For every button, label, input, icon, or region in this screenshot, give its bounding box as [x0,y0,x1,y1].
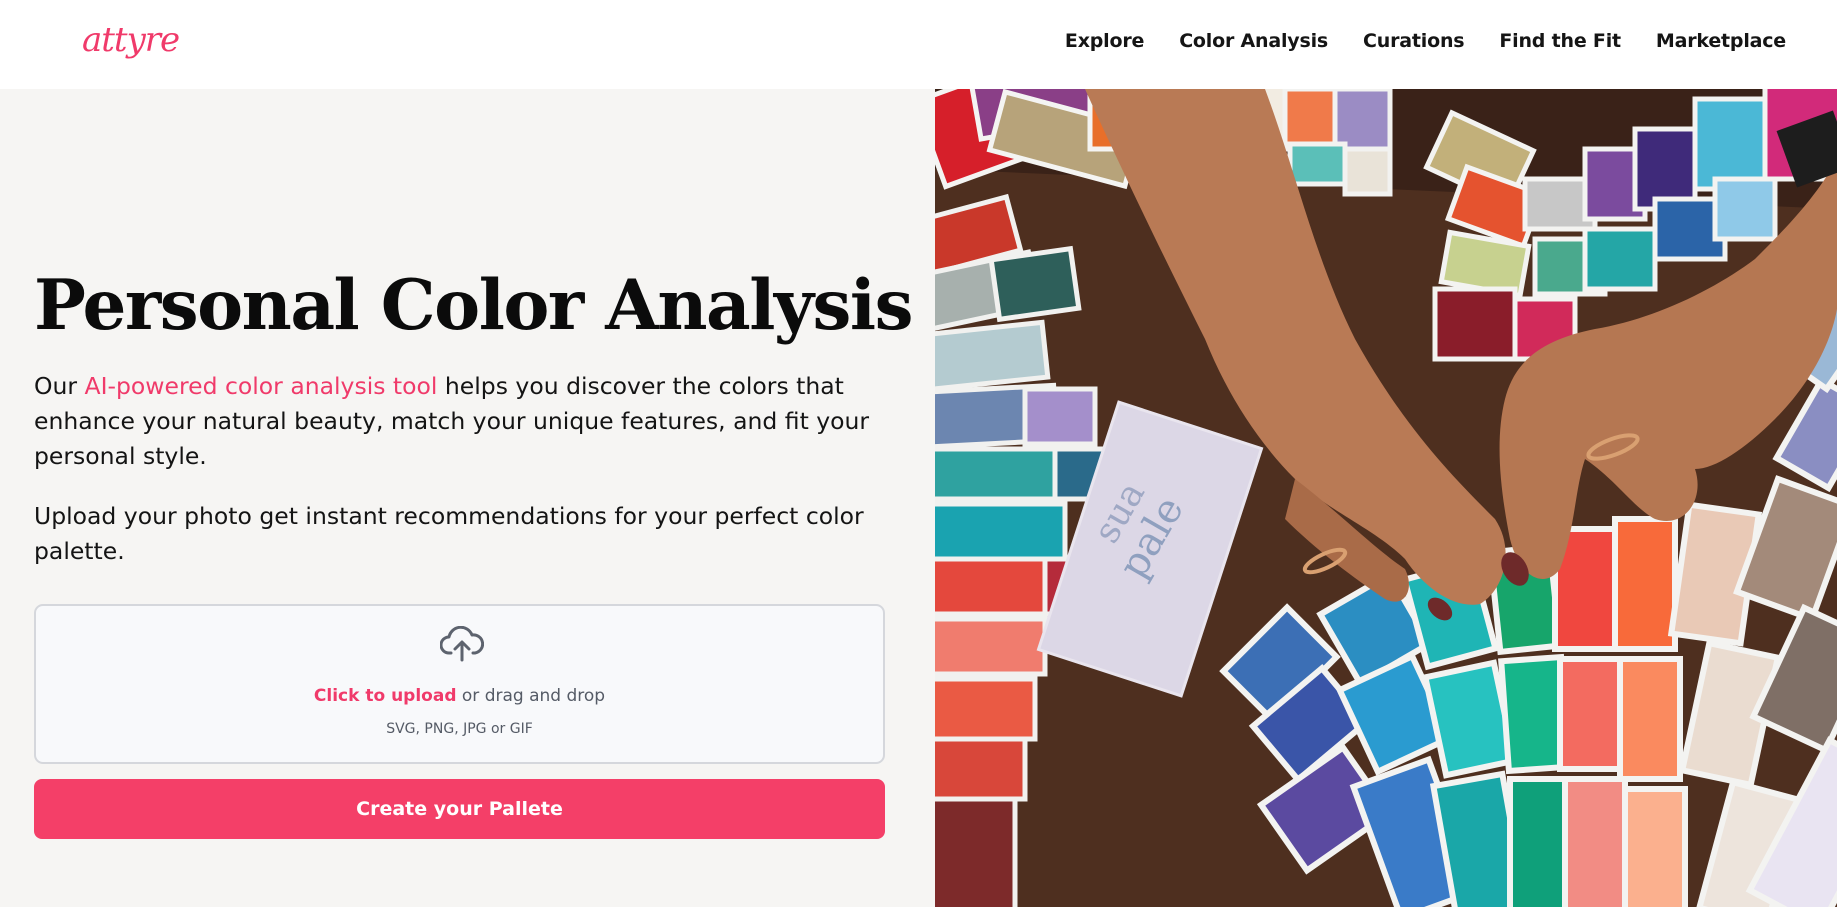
ai-tool-highlight: AI-powered color analysis tool [84,372,438,400]
nav-explore[interactable]: Explore [1065,30,1144,52]
cloud-upload-icon [440,626,484,662]
color-swatches-illustration: sua pale [935,89,1837,907]
page-title: Personal Color Analysis [34,265,913,346]
upload-dropzone[interactable]: Click to upload or drag and drop SVG, PN… [34,604,885,764]
hero-panel: Personal Color Analysis Our AI-powered c… [0,89,935,907]
click-to-upload-link[interactable]: Click to upload [314,686,457,706]
hero-intro: Our AI-powered color analysis tool helps… [34,369,894,474]
accepted-file-types: SVG, PNG, JPG or GIF [386,721,533,737]
main-nav: Explore Color Analysis Curations Find th… [1065,30,1786,52]
upload-prompt: Click to upload or drag and drop [36,686,883,706]
nav-find-the-fit[interactable]: Find the Fit [1499,30,1621,52]
top-navbar: attyre Explore Color Analysis Curations … [0,0,1837,89]
nav-curations[interactable]: Curations [1363,30,1465,52]
drag-drop-text: or drag and drop [456,686,606,706]
upload-instructions: Upload your photo get instant recommenda… [34,502,864,565]
brand-logo[interactable]: attyre [82,20,180,60]
nav-marketplace[interactable]: Marketplace [1656,30,1786,52]
intro-text-start: Our [34,372,85,400]
nav-color-analysis[interactable]: Color Analysis [1179,30,1328,52]
create-palette-button[interactable]: Create your Pallete [34,779,885,839]
color-swatches-photo: sua pale [935,89,1837,907]
